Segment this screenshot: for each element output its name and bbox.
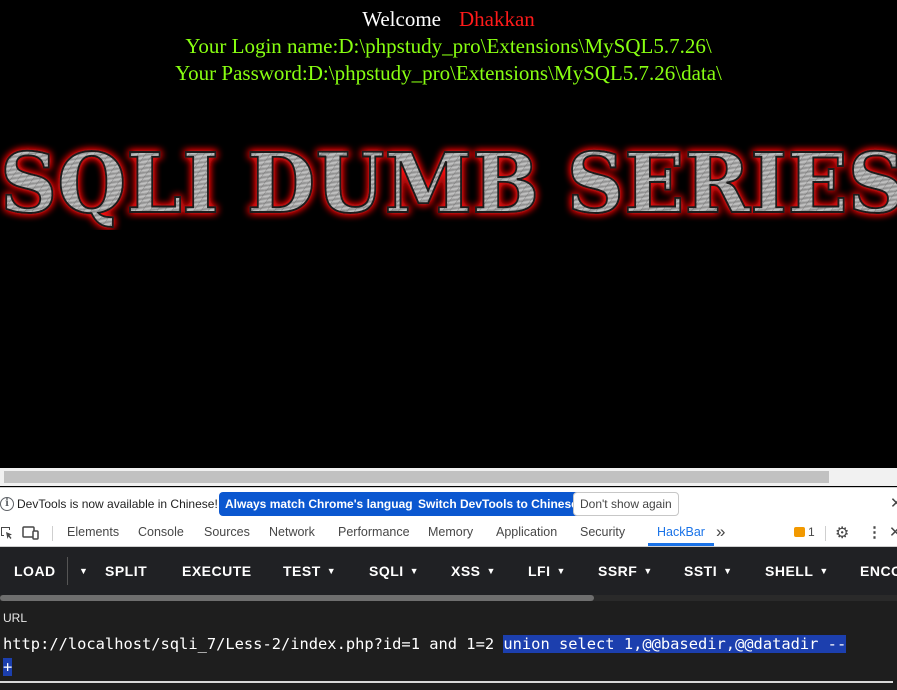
tab-hackbar[interactable]: HackBar: [657, 525, 705, 539]
test-dropdown-button[interactable]: TEST ▼: [283, 563, 336, 579]
kebab-menu-icon[interactable]: ⋮: [867, 523, 882, 541]
close-icon[interactable]: ✕: [889, 523, 897, 541]
url-label: URL: [3, 611, 28, 625]
device-toolbar-icon[interactable]: [22, 526, 40, 540]
lfi-dropdown-button[interactable]: LFI ▼: [528, 563, 566, 579]
welcome-label: Welcome: [362, 7, 441, 31]
url-selected-text: union select 1,@@basedir,@@datadir --: [503, 635, 847, 653]
tab-console[interactable]: Console: [138, 525, 184, 539]
encoding-button[interactable]: ENCO: [860, 563, 897, 579]
username: Dhakkan: [458, 7, 535, 31]
shell-dropdown-button[interactable]: SHELL ▼: [765, 563, 829, 579]
banner-text: SQLI DUMB SERIES: [0, 140, 897, 230]
execute-button[interactable]: EXECUTE: [182, 563, 252, 579]
issues-icon[interactable]: [794, 527, 805, 537]
load-split-divider: [67, 557, 68, 585]
always-match-language-button[interactable]: Always match Chrome's language: [219, 492, 426, 516]
chevron-down-icon: ▼: [556, 566, 566, 576]
chevron-down-icon: ▼: [409, 566, 420, 576]
password-line: Your Password:D:\phpstudy_pro\Extensions…: [175, 61, 722, 85]
page-horizontal-scrollbar[interactable]: [0, 468, 897, 486]
active-tab-indicator: [648, 543, 714, 546]
devtools-language-infobar: i DevTools is now available in Chinese! …: [0, 487, 897, 520]
devtools-tab-bar: Elements Console Sources Network Perform…: [0, 520, 897, 547]
scrollbar-thumb[interactable]: [0, 595, 594, 601]
tab-separator: [825, 526, 826, 541]
web-page-viewport: Welcome Dhakkan Your Login name:D:\phpstu…: [0, 0, 897, 468]
welcome-line: Welcome Dhakkan: [0, 7, 897, 32]
sqli-dumb-series-banner: SQLI DUMB SERIES: [0, 140, 897, 230]
hackbar-toolbar: LOAD ▼ SPLIT EXECUTE TEST ▼ SQLI ▼ XSS ▼ LF…: [0, 547, 897, 595]
info-icon: i: [0, 497, 14, 511]
chevron-down-icon: ▼: [326, 566, 337, 576]
url-selected-text-continued: +: [3, 658, 13, 676]
url-unselected-text: http://localhost/sqli_7/Less-2/index.php…: [3, 635, 504, 653]
dont-show-again-button[interactable]: Don't show again: [573, 492, 679, 516]
chevron-down-icon: ▼: [643, 566, 653, 576]
xss-dropdown-button[interactable]: XSS ▼: [451, 563, 496, 579]
tab-elements[interactable]: Elements: [67, 525, 119, 539]
tab-sources[interactable]: Sources: [204, 525, 250, 539]
scrollbar-thumb[interactable]: [4, 471, 829, 483]
tab-application[interactable]: Application: [496, 525, 557, 539]
tab-network[interactable]: Network: [269, 525, 315, 539]
chevron-down-icon: ▼: [486, 566, 496, 576]
url-input[interactable]: http://localhost/sqli_7/Less-2/index.php…: [3, 633, 897, 679]
load-dropdown-chevron-down-icon[interactable]: ▼: [73, 563, 88, 579]
issues-count[interactable]: 1: [808, 525, 815, 539]
tab-memory[interactable]: Memory: [428, 525, 473, 539]
tab-performance[interactable]: Performance: [338, 525, 410, 539]
ssti-dropdown-button[interactable]: SSTI ▼: [684, 563, 733, 579]
gear-icon[interactable]: ⚙: [835, 523, 849, 543]
close-icon[interactable]: ✕: [890, 494, 897, 512]
chevron-down-icon: ▼: [723, 566, 733, 576]
switch-devtools-chinese-button[interactable]: Switch DevTools to Chinese: [412, 492, 584, 516]
load-button[interactable]: LOAD: [14, 563, 56, 579]
screen: Welcome Dhakkan Your Login name:D:\phpstu…: [0, 0, 897, 690]
inspect-icon[interactable]: [0, 526, 14, 540]
hackbar-toolbar-scrollbar[interactable]: [0, 595, 897, 601]
sqli-dropdown-button[interactable]: SQLI ▼: [369, 563, 419, 579]
tab-security[interactable]: Security: [580, 525, 625, 539]
url-input-underline: [0, 681, 893, 683]
ssrf-dropdown-button[interactable]: SSRF ▼: [598, 563, 653, 579]
more-tabs-chevron-icon[interactable]: »: [716, 522, 725, 542]
chevron-down-icon: ▼: [819, 566, 829, 576]
split-button[interactable]: SPLIT: [105, 563, 147, 579]
login-name-line: Your Login name:D:\phpstudy_pro\Extensio…: [185, 34, 712, 58]
tab-separator: [52, 526, 53, 541]
hackbar-panel: LOAD ▼ SPLIT EXECUTE TEST ▼ SQLI ▼ XSS ▼ LF…: [0, 547, 897, 690]
infobar-message: DevTools is now available in Chinese!: [17, 497, 218, 511]
